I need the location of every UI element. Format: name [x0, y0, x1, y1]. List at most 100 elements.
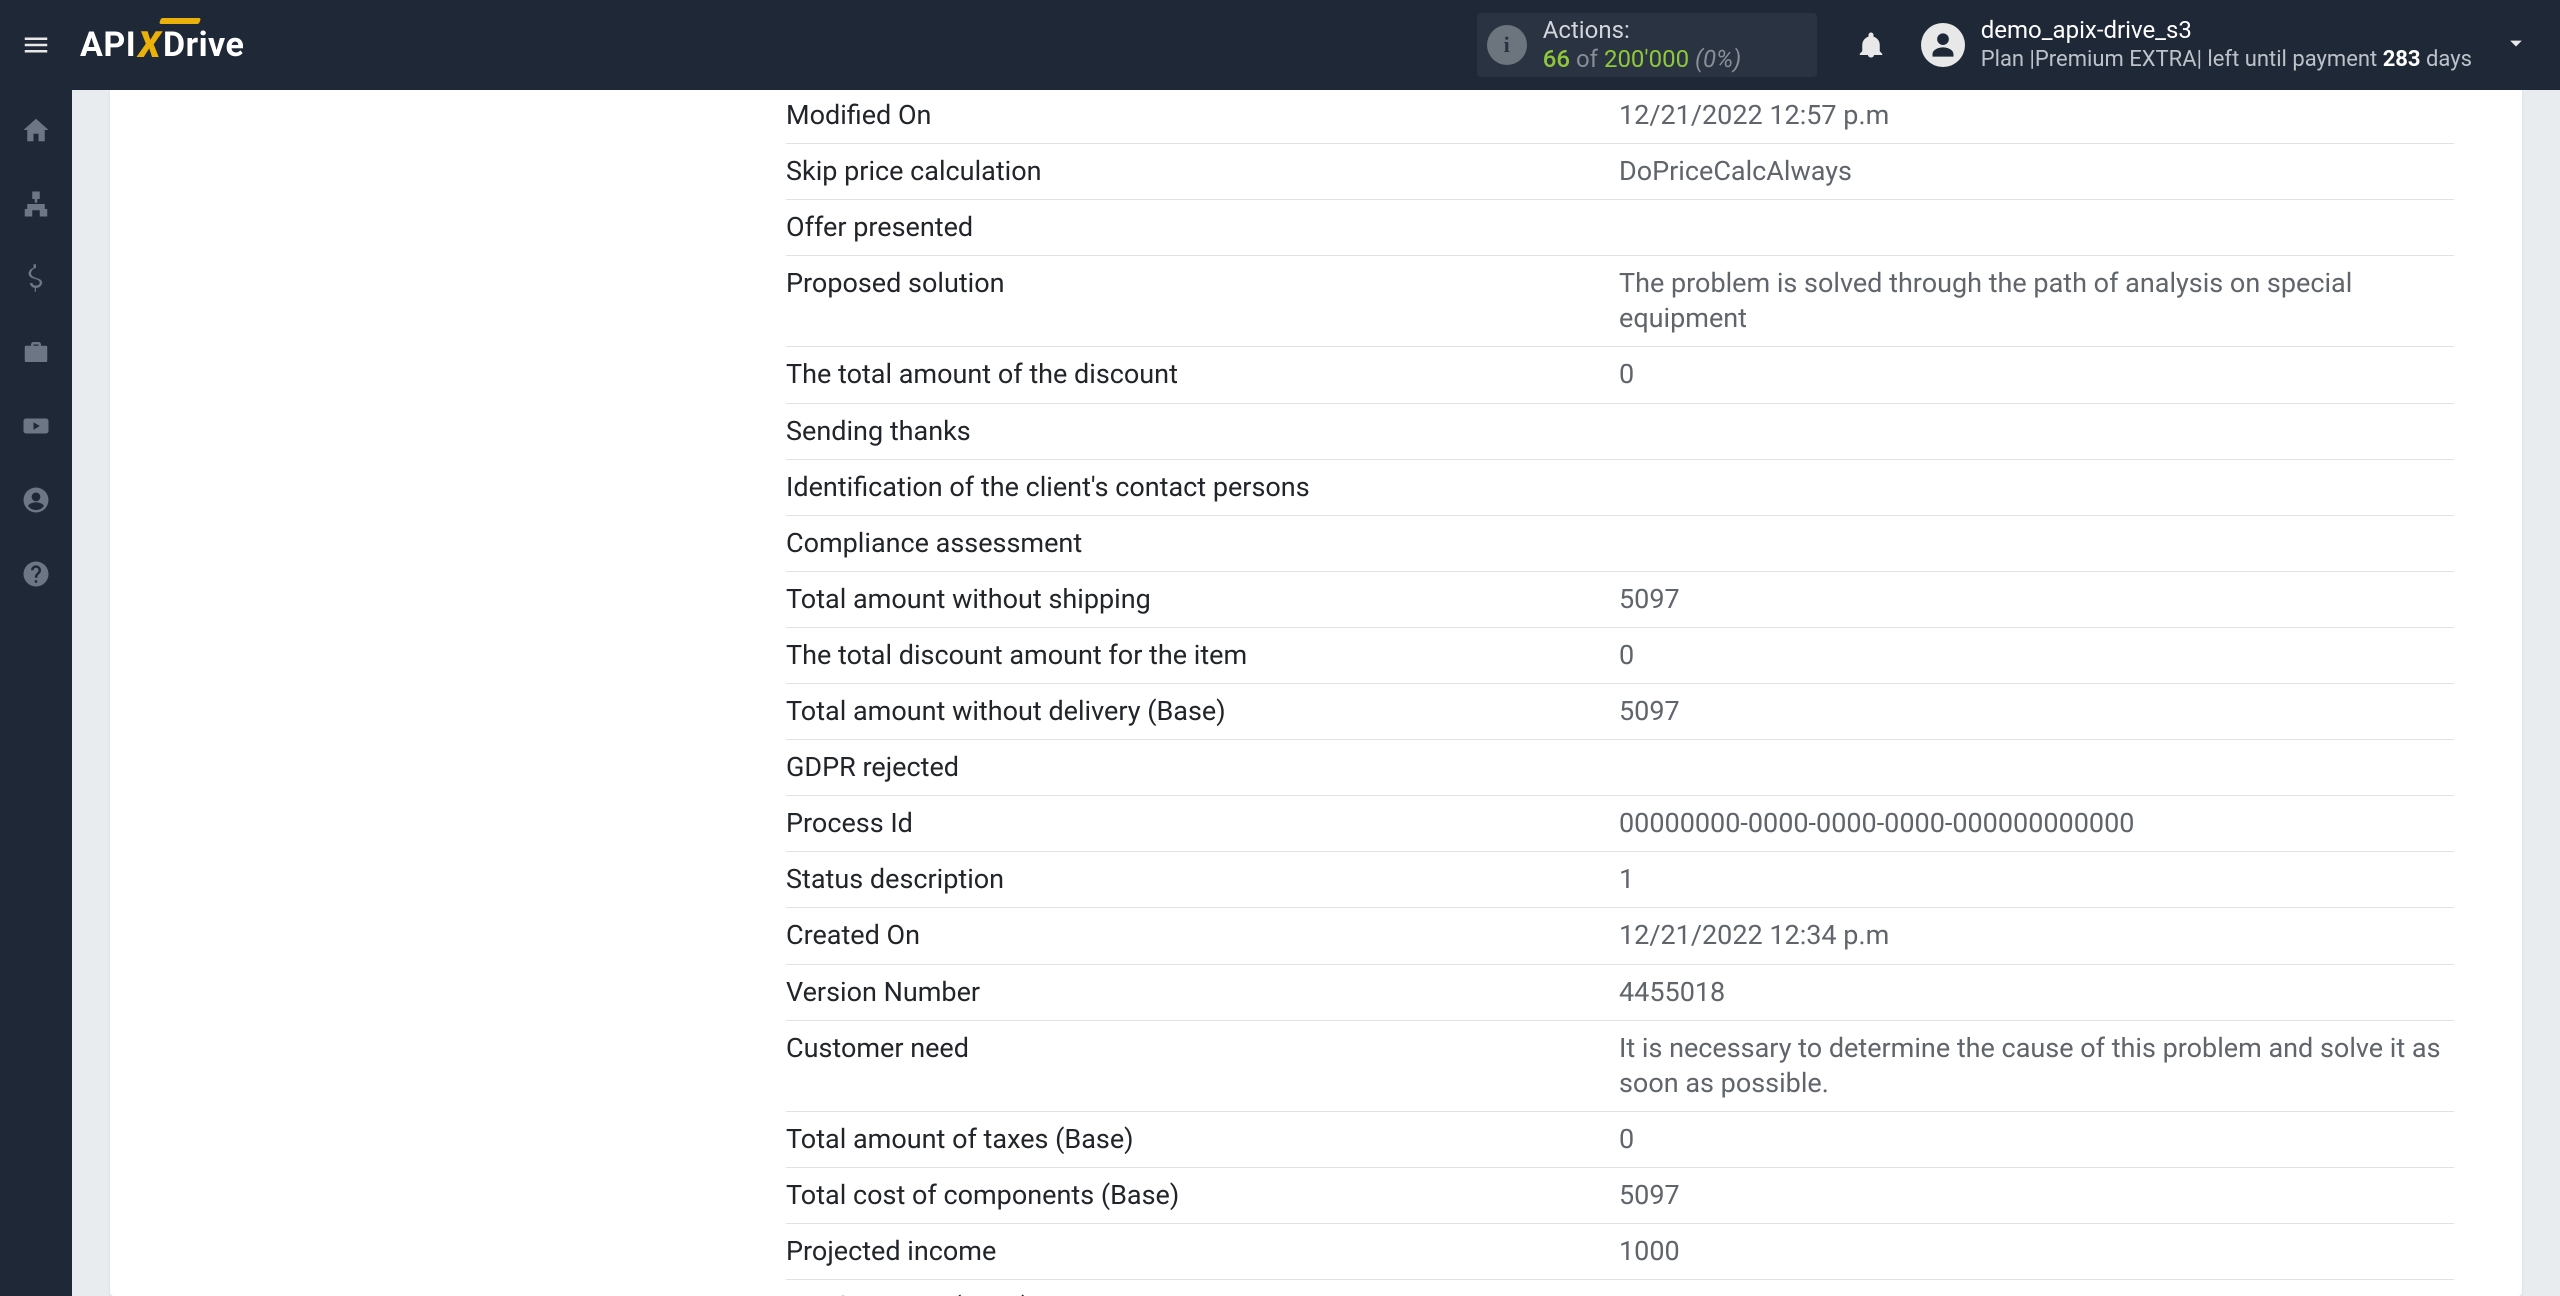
field-value: 5097	[1619, 1178, 2454, 1213]
hamburger-icon	[21, 30, 51, 60]
field-label: Status description	[786, 862, 1619, 897]
bell-icon	[1856, 30, 1886, 60]
field-label: Total amount (Base)	[786, 1290, 1619, 1296]
table-row: Identification of the client's contact p…	[786, 460, 2454, 516]
table-row: Modified On12/21/2022 12:57 p.m	[786, 90, 2454, 144]
table-row: Sending thanks	[786, 404, 2454, 460]
table-row: Skip price calculationDoPriceCalcAlways	[786, 144, 2454, 200]
table-row: GDPR rejected	[786, 740, 2454, 796]
user-text: demo_apix-drive_s3 Plan |Premium EXTRA| …	[1981, 16, 2472, 73]
actions-percent: (0%)	[1695, 45, 1741, 73]
table-row: Process Id00000000-0000-0000-0000-000000…	[786, 796, 2454, 852]
field-label: Compliance assessment	[786, 526, 1619, 561]
sidebar-item-business[interactable]	[14, 330, 58, 374]
actions-count: 66	[1543, 45, 1570, 73]
field-value: 00000000-0000-0000-0000-000000000000	[1619, 806, 2454, 841]
field-label: The total amount of the discount	[786, 357, 1619, 392]
field-label: Skip price calculation	[786, 154, 1619, 189]
avatar	[1921, 23, 1965, 67]
actions-of: of	[1576, 45, 1598, 73]
dollar-icon	[21, 263, 51, 293]
plan-days-word: days	[2421, 47, 2472, 72]
user-name: demo_apix-drive_s3	[1981, 16, 2472, 45]
table-row: Created On12/21/2022 12:34 p.m	[786, 908, 2454, 964]
field-label: The total discount amount for the item	[786, 638, 1619, 673]
actions-limit: 200'000	[1604, 45, 1689, 73]
menu-toggle-button[interactable]	[18, 27, 54, 63]
table-row: Total amount without shipping5097	[786, 572, 2454, 628]
chevron-down-icon	[2502, 29, 2530, 57]
field-label: Proposed solution	[786, 266, 1619, 301]
user-menu[interactable]: demo_apix-drive_s3 Plan |Premium EXTRA| …	[1921, 16, 2542, 73]
briefcase-icon	[21, 337, 51, 367]
actions-text: Actions: 66 of 200'000 (0%)	[1543, 16, 1742, 74]
field-value: 12/21/2022 12:34 p.m	[1619, 918, 2454, 953]
table-row: Status description1	[786, 852, 2454, 908]
field-value: DoPriceCalcAlways	[1619, 154, 2454, 189]
sidebar-item-account[interactable]	[14, 478, 58, 522]
table-row: Version Number4455018	[786, 965, 2454, 1021]
logo-accent-stroke	[159, 18, 201, 24]
field-label: Process Id	[786, 806, 1619, 841]
detail-inner: Modified On12/21/2022 12:57 p.mSkip pric…	[176, 90, 2456, 1296]
field-value: 5097	[1619, 694, 2454, 729]
actions-quota[interactable]: i Actions: 66 of 200'000 (0%)	[1477, 13, 1817, 77]
field-label: Identification of the client's contact p…	[786, 470, 1619, 505]
sitemap-icon	[21, 189, 51, 219]
sidebar-item-connections[interactable]	[14, 182, 58, 226]
sidebar-item-billing[interactable]	[14, 256, 58, 300]
field-label: Customer need	[786, 1031, 1619, 1066]
sidebar-item-help[interactable]	[14, 552, 58, 596]
detail-card: Modified On12/21/2022 12:57 p.mSkip pric…	[110, 90, 2522, 1296]
logo-part-drive: Drive	[163, 25, 244, 65]
topbar-right: i Actions: 66 of 200'000 (0%) demo_apix-…	[1477, 0, 2542, 90]
field-value: 0	[1619, 357, 2454, 392]
field-label: Sending thanks	[786, 414, 1619, 449]
notifications-button[interactable]	[1851, 25, 1891, 65]
user-plan-line: Plan |Premium EXTRA| left until payment …	[1981, 47, 2472, 73]
field-value: 4455018	[1619, 975, 2454, 1010]
field-value: 1000	[1619, 1234, 2454, 1269]
field-value: 5097	[1619, 1290, 2454, 1296]
actions-label: Actions:	[1543, 16, 1742, 45]
field-value: 1	[1619, 862, 2454, 897]
user-icon	[1929, 31, 1957, 59]
plan-days-num: 283	[2383, 47, 2421, 72]
logo-part-api: API	[80, 25, 136, 65]
field-label: Version Number	[786, 975, 1619, 1010]
youtube-icon	[21, 411, 51, 441]
table-row: Customer needIt is necessary to determin…	[786, 1021, 2454, 1112]
table-row: Proposed solutionThe problem is solved t…	[786, 256, 2454, 347]
field-label: Total amount of taxes (Base)	[786, 1122, 1619, 1157]
field-label: Modified On	[786, 98, 1619, 133]
logo-part-x: X	[136, 24, 163, 66]
home-icon	[21, 115, 51, 145]
plan-sep: | left until payment	[2197, 47, 2383, 72]
table-row: Total amount (Base)5097	[786, 1280, 2454, 1296]
plan-prefix: Plan |	[1981, 47, 2035, 72]
field-label: Total amount without shipping	[786, 582, 1619, 617]
field-label: Projected income	[786, 1234, 1619, 1269]
field-value: 0	[1619, 1122, 2454, 1157]
app-logo[interactable]: API X Drive	[80, 24, 244, 66]
sidebar-item-home[interactable]	[14, 108, 58, 152]
main-content: Modified On12/21/2022 12:57 p.mSkip pric…	[72, 90, 2560, 1296]
table-row: Projected income1000	[786, 1224, 2454, 1280]
sidebar-item-videos[interactable]	[14, 404, 58, 448]
field-label: Offer presented	[786, 210, 1619, 245]
table-row: Total amount without delivery (Base)5097	[786, 684, 2454, 740]
help-icon	[21, 559, 51, 589]
field-value: It is necessary to determine the cause o…	[1619, 1031, 2454, 1101]
user-circle-icon	[21, 485, 51, 515]
table-row: Total cost of components (Base)5097	[786, 1168, 2454, 1224]
field-label: GDPR rejected	[786, 750, 1619, 785]
field-label: Total amount without delivery (Base)	[786, 694, 1619, 729]
field-value: 12/21/2022 12:57 p.m	[1619, 98, 2454, 133]
table-row: Offer presented	[786, 200, 2454, 256]
detail-table: Modified On12/21/2022 12:57 p.mSkip pric…	[786, 90, 2454, 1296]
table-row: The total discount amount for the item0	[786, 628, 2454, 684]
topbar: API X Drive i Actions: 66 of 200'000 (0%…	[0, 0, 2560, 90]
plan-name: Premium EXTRA	[2035, 47, 2197, 72]
app-shell: Modified On12/21/2022 12:57 p.mSkip pric…	[0, 90, 2560, 1296]
field-value: 0	[1619, 638, 2454, 673]
